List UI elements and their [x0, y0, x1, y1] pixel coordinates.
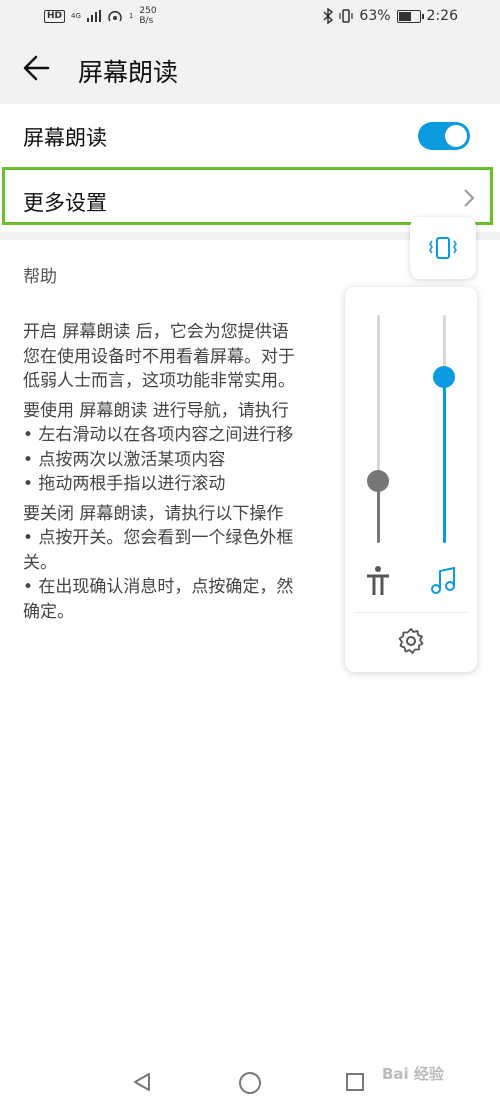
panel-divider	[355, 612, 467, 613]
vibrate-icon	[429, 237, 457, 259]
help-line: 确定。	[23, 601, 74, 622]
watermark: Bai 经验	[382, 1065, 444, 1083]
media-volume-fill	[443, 376, 446, 543]
accessibility-icon	[367, 566, 389, 595]
music-note-icon	[431, 566, 455, 594]
help-line: • 点按开关。您会看到一个绿色外框	[23, 528, 294, 548]
battery-fill	[398, 11, 411, 21]
help-line: 要关闭 屏幕朗读，请执行以下操作	[23, 503, 284, 524]
toggle-knob	[445, 125, 467, 147]
help-body: 开启 屏幕朗读 后，它会为您提供语 您在使用设备时不用看着屏幕。对于 低弱人士而…	[23, 320, 363, 624]
page-title: 屏幕朗读	[78, 58, 179, 87]
app-header: 屏幕朗读	[0, 36, 500, 104]
help-line: 您在使用设备时不用看着屏幕。对于	[23, 346, 295, 367]
ringer-mode-button[interactable]	[410, 217, 476, 279]
help-line: 关。	[23, 552, 57, 573]
help-line: 低弱人士而言，这项功能非常实用。	[23, 371, 295, 391]
volume-panel	[345, 287, 477, 672]
bluetooth-icon	[323, 8, 334, 24]
screen-reader-toggle[interactable]	[418, 122, 470, 150]
media-volume-thumb[interactable]	[433, 365, 455, 388]
hd-badge: HD	[44, 9, 66, 23]
accessibility-volume-slider[interactable]	[377, 315, 380, 543]
hotspot-count: 1	[128, 11, 134, 20]
help-title: 帮助	[23, 267, 57, 287]
vibrate-status-icon	[339, 9, 354, 23]
gear-icon[interactable]	[397, 627, 425, 655]
network-type: 4G	[71, 11, 81, 20]
speed-value: 250	[139, 6, 157, 16]
status-left: HD 4G 1 250 B/s	[44, 6, 157, 26]
screen-reader-label: 屏幕朗读	[23, 126, 107, 150]
clock: 2:26	[426, 8, 458, 24]
help-line: • 在出现确认消息时，点按确定，然	[23, 577, 294, 597]
help-line: • 点按两次以激活某项内容	[23, 449, 226, 470]
status-right: 63% 2:26	[323, 8, 458, 24]
battery-percent: 63%	[359, 8, 391, 24]
battery-icon	[396, 9, 424, 23]
network-speed: 250 B/s	[139, 6, 156, 26]
status-bar: HD 4G 1 250 B/s 63% 2:26	[0, 0, 500, 36]
back-button[interactable]	[20, 50, 56, 86]
arrow-left-icon	[23, 55, 50, 81]
help-line: • 左右滑动以在各项内容之间进行移	[23, 425, 294, 445]
hotspot-icon	[108, 11, 122, 22]
speed-unit: B/s	[139, 16, 154, 26]
back-triangle-icon[interactable]	[132, 1072, 152, 1092]
signal-icon	[86, 10, 101, 22]
settings-card: 屏幕朗读 更多设置	[0, 104, 500, 232]
help-line: 要使用 屏幕朗读 进行导航，请执行	[23, 400, 289, 421]
media-volume-slider[interactable]	[443, 315, 446, 543]
help-line: • 拖动两根手指以进行滚动	[23, 474, 226, 494]
recents-square-icon[interactable]	[345, 1072, 365, 1092]
accessibility-volume-thumb[interactable]	[367, 470, 389, 493]
home-circle-icon[interactable]	[238, 1071, 262, 1095]
help-line: 开启 屏幕朗读 后，它会为您提供语	[23, 322, 289, 342]
